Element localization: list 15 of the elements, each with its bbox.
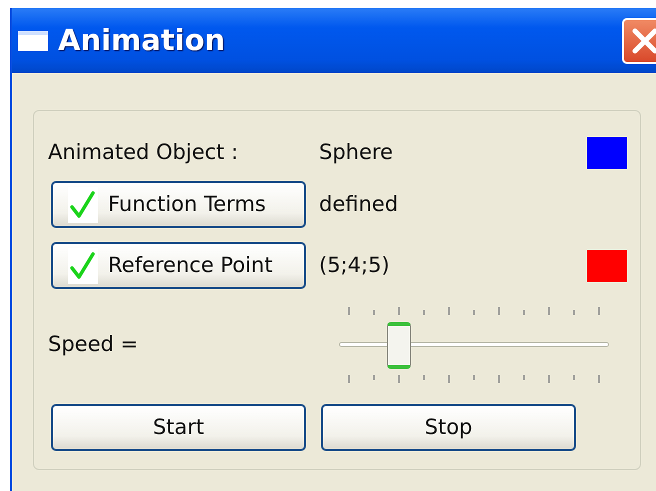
close-button[interactable]	[622, 18, 656, 64]
action-button[interactable]: Start	[51, 404, 306, 451]
field-value: Sphere	[319, 139, 394, 166]
status-text: (5;4;5)	[319, 252, 391, 279]
window-title: Animation	[58, 22, 226, 59]
slider-thumb[interactable]	[387, 322, 411, 369]
action-button[interactable]: Stop	[321, 404, 576, 451]
check-button[interactable]: Reference Point	[51, 242, 306, 289]
check-button[interactable]: Function Terms	[51, 181, 306, 228]
status-text: defined	[319, 190, 400, 218]
slider-track[interactable]	[339, 342, 609, 347]
window-icon	[18, 30, 48, 50]
field-label: Animated Object :	[48, 139, 240, 166]
close-icon	[632, 28, 656, 54]
speed-label: Speed =	[48, 331, 140, 358]
